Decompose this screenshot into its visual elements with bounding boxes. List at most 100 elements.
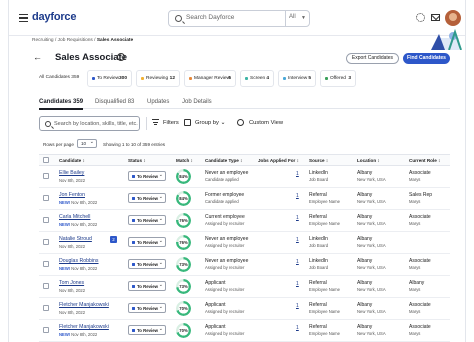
back-arrow-icon[interactable]: ← bbox=[33, 52, 42, 62]
breadcrumb-requisitions[interactable]: Job Requisitions bbox=[58, 38, 93, 43]
status-select[interactable]: To Review ⌄ bbox=[128, 281, 166, 291]
candidate-type-detail: Assigned by recruiter bbox=[205, 265, 245, 270]
breadcrumb-current: Sales Associate bbox=[96, 38, 134, 43]
column-status[interactable]: Status ↕ bbox=[128, 158, 146, 163]
table-row[interactable]: Douglas Robbins NEW!Nov 8th, 2022 To Revie… bbox=[39, 254, 450, 276]
row-checkbox[interactable] bbox=[43, 305, 49, 311]
jobs-applied-link[interactable]: 1 bbox=[296, 325, 299, 331]
table-row[interactable]: Fletcher Manjakowski NEW!Nov 8th, 2022 To … bbox=[39, 320, 450, 342]
jobs-applied-link[interactable]: 1 bbox=[296, 171, 299, 177]
search-input[interactable]: Search Dayforce bbox=[186, 14, 234, 21]
jobs-applied-link[interactable]: 1 bbox=[296, 281, 299, 287]
rows-per-page-select[interactable]: 10 bbox=[77, 139, 97, 148]
row-checkbox[interactable] bbox=[43, 261, 49, 267]
column-candidate-type[interactable]: Candidate Type ↕ bbox=[205, 158, 242, 163]
column-source[interactable]: Source ↕ bbox=[309, 158, 328, 163]
pipeline-all[interactable]: All Candidates 359 bbox=[39, 75, 79, 80]
candidate-name[interactable]: Tom Jones bbox=[59, 280, 84, 286]
status-select[interactable]: To Review ⌄ bbox=[128, 259, 166, 269]
candidate-name[interactable]: Fletcher Manjakowski bbox=[59, 302, 109, 308]
jobs-applied-link[interactable]: 1 bbox=[296, 215, 299, 221]
status-select[interactable]: To Review ⌄ bbox=[128, 303, 166, 313]
candidate-name[interactable]: Douglas Robbins bbox=[59, 258, 99, 264]
tab-candidates[interactable]: Candidates 359 bbox=[39, 99, 84, 110]
table-row[interactable]: Jon Fenton NEW!Nov 8th, 2022 To Review ⌄ For… bbox=[39, 188, 450, 210]
filter-icon[interactable] bbox=[152, 119, 159, 126]
select-all-checkbox[interactable] bbox=[43, 157, 49, 163]
row-checkbox[interactable] bbox=[43, 217, 49, 223]
status-select[interactable]: To Review ⌄ bbox=[128, 171, 166, 181]
pipeline-bar: All Candidates 359 To Review 300 Reviewi… bbox=[39, 70, 448, 87]
tab-disqualified[interactable]: Disqualified 83 bbox=[95, 99, 134, 105]
search-scope[interactable]: All bbox=[289, 14, 296, 20]
status-color-icon bbox=[132, 263, 135, 266]
group-by-icon[interactable] bbox=[184, 119, 191, 126]
jobs-applied-link[interactable]: 1 bbox=[296, 259, 299, 265]
table-row[interactable]: Tom Jones Nov 8th, 2022 To Review ⌄ Applican… bbox=[39, 276, 450, 298]
info-icon[interactable]: i bbox=[117, 53, 125, 61]
applied-date: Nov 8th, 2022 bbox=[59, 178, 86, 183]
menu-icon[interactable] bbox=[19, 14, 28, 22]
table-row[interactable]: Fletcher Manjakowski Nov 8th, 2022 To Revi… bbox=[39, 298, 450, 320]
column-candidate[interactable]: Candidate ↕ bbox=[59, 158, 85, 163]
column-current-role[interactable]: Current Role ↕ bbox=[409, 158, 440, 163]
match-percent: 76% bbox=[179, 240, 188, 245]
global-search[interactable]: Search Dayforce All ▼ bbox=[168, 10, 310, 27]
tab-job-details[interactable]: Job Details bbox=[182, 99, 212, 105]
column-jobs-applied[interactable]: Jobs Applied For ↕ bbox=[258, 158, 299, 163]
stage-manager-review[interactable]: Manager Review 6 bbox=[184, 70, 236, 87]
stage-screen[interactable]: Screen 4 bbox=[240, 70, 274, 87]
jobs-applied-link[interactable]: 1 bbox=[296, 193, 299, 199]
source: LinkedIn bbox=[309, 236, 328, 242]
candidate-type: Applicant bbox=[205, 324, 226, 330]
candidate-name[interactable]: Fletcher Manjakowski bbox=[59, 324, 109, 330]
match-percent: 84% bbox=[179, 196, 188, 201]
custom-view-icon[interactable] bbox=[237, 119, 244, 126]
status-color-icon bbox=[132, 197, 135, 200]
candidate-name[interactable]: Jon Fenton bbox=[59, 192, 85, 198]
breadcrumb-recruiting[interactable]: Recruiting bbox=[32, 38, 54, 43]
source-detail: Employee Name bbox=[309, 331, 340, 336]
status-select[interactable]: To Review ⌄ bbox=[128, 325, 166, 335]
candidate-name[interactable]: Carla Mitchell bbox=[59, 214, 90, 220]
status-select[interactable]: To Review ⌄ bbox=[128, 215, 166, 225]
settings-icon[interactable] bbox=[416, 13, 425, 22]
table-row[interactable]: Carla Mitchell NEW!Nov 8th, 2022 To Review… bbox=[39, 210, 450, 232]
stage-offered[interactable]: Offered 3 bbox=[320, 70, 356, 87]
candidate-name[interactable]: Ellie Bailey bbox=[59, 170, 84, 176]
avatar[interactable] bbox=[445, 10, 461, 26]
row-checkbox[interactable] bbox=[43, 195, 49, 201]
stage-reviewing[interactable]: Reviewing 12 bbox=[136, 70, 180, 87]
column-location[interactable]: Location ↕ bbox=[357, 158, 380, 163]
candidate-type: Applicant bbox=[205, 302, 226, 308]
row-checkbox[interactable] bbox=[43, 173, 49, 179]
status-select[interactable]: To Review ⌄ bbox=[128, 237, 166, 247]
table-row[interactable]: Natalie Stroud 2 Nov 8th, 2022 To Review ⌄ Ne… bbox=[39, 232, 450, 254]
row-checkbox[interactable] bbox=[43, 327, 49, 333]
location: Albany bbox=[357, 192, 373, 198]
candidate-name[interactable]: Natalie Stroud bbox=[59, 236, 92, 242]
row-checkbox[interactable] bbox=[43, 239, 49, 245]
custom-view-button[interactable]: Custom View bbox=[249, 120, 283, 126]
message-count-badge[interactable]: 2 bbox=[110, 236, 117, 243]
mail-icon[interactable] bbox=[431, 14, 440, 21]
jobs-applied-link[interactable]: 1 bbox=[296, 303, 299, 309]
status-select[interactable]: To Review ⌄ bbox=[128, 193, 166, 203]
column-match[interactable]: Match ↕ bbox=[176, 158, 193, 163]
find-candidates-button[interactable]: Find Candidates bbox=[403, 53, 450, 64]
group-by-button[interactable]: Group by ⌄ bbox=[195, 120, 225, 126]
stage-to-review[interactable]: To Review 300 bbox=[87, 70, 132, 87]
candidate-type: Never an employee bbox=[205, 258, 249, 264]
app-logo[interactable]: dayforce bbox=[32, 11, 76, 23]
filters-button[interactable]: Filters bbox=[163, 120, 179, 126]
chevron-down-icon[interactable]: ▼ bbox=[301, 15, 306, 21]
jobs-applied-link[interactable]: 1 bbox=[296, 237, 299, 243]
row-checkbox[interactable] bbox=[43, 283, 49, 289]
export-candidates-button[interactable]: Export Candidates bbox=[346, 53, 399, 64]
table-row[interactable]: Ellie Bailey Nov 8th, 2022 To Review ⌄ Never… bbox=[39, 166, 450, 188]
divider bbox=[146, 117, 147, 130]
candidate-search-input[interactable]: Search by location, skills, title, etc. bbox=[39, 116, 140, 131]
stage-interview[interactable]: Interview 5 bbox=[278, 70, 316, 87]
location-detail: New York, USA bbox=[357, 221, 386, 226]
tab-updates[interactable]: Updates bbox=[147, 99, 169, 105]
